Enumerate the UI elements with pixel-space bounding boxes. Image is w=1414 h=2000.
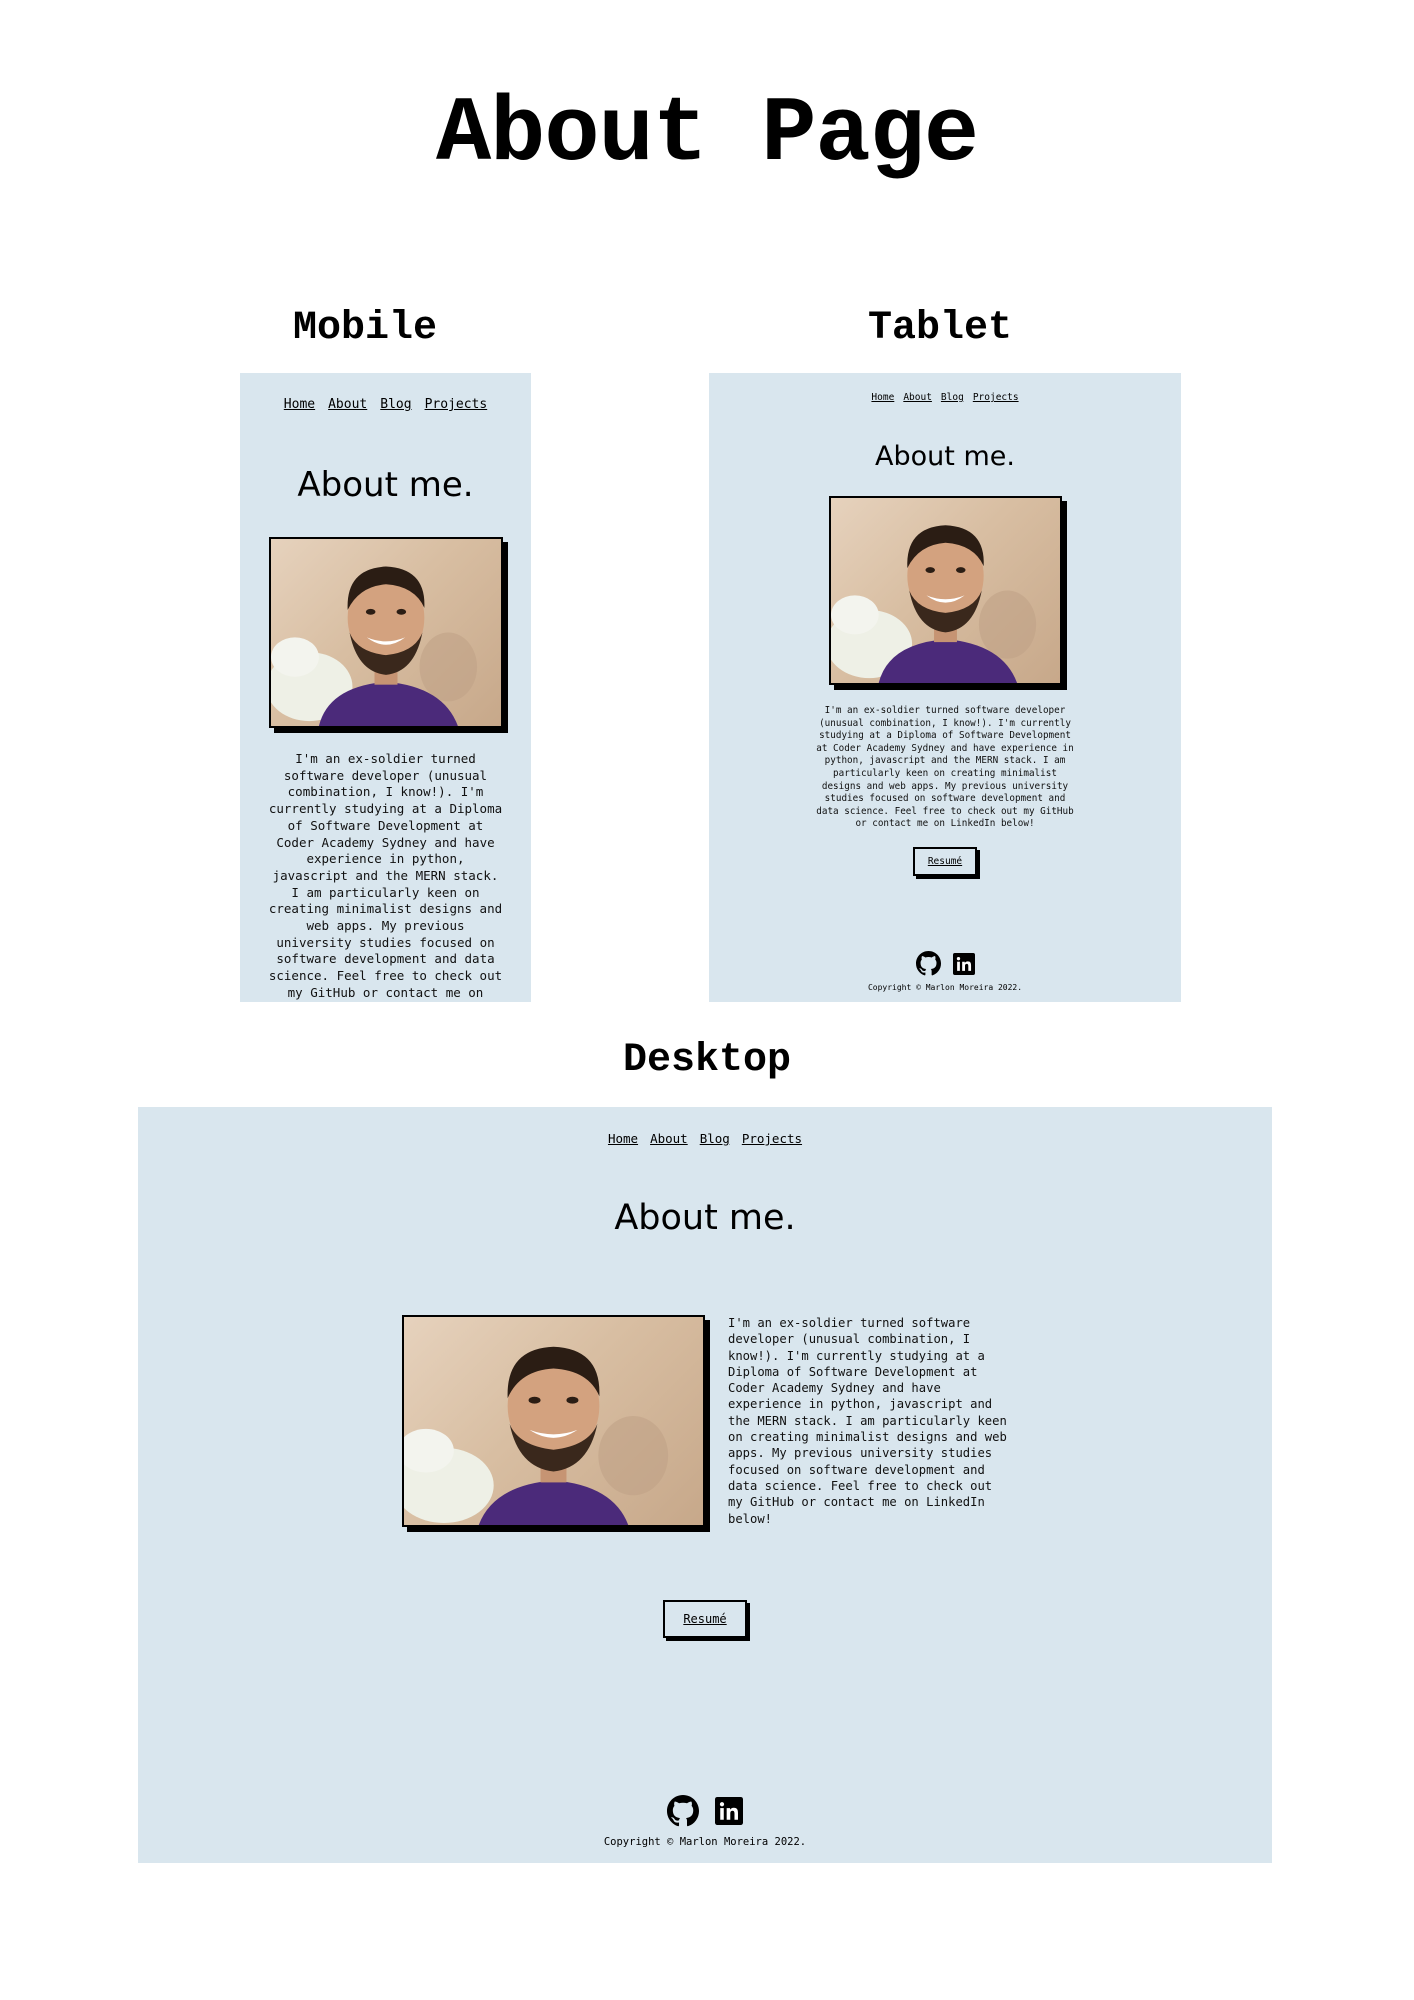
bio-line: currently studying at a Diploma xyxy=(268,801,503,817)
bio-line: studies focused on software development … xyxy=(824,793,1066,805)
nav-blog-link[interactable]: Blog xyxy=(941,392,964,403)
bio-line: developer (unusual combination, I xyxy=(728,1332,971,1347)
bio-line: the MERN stack. I am particularly keen xyxy=(728,1413,1007,1428)
nav-about-link[interactable]: About xyxy=(650,1131,688,1146)
mobile-profile-photo xyxy=(269,537,503,728)
resume-button[interactable]: Resumé xyxy=(663,1600,747,1638)
bio-line: web apps. My previous xyxy=(306,918,465,934)
tablet-heading: About me. xyxy=(875,441,1015,472)
bio-line: at Coder Academy Sydney and have experie… xyxy=(816,742,1074,754)
nav-about-link[interactable]: About xyxy=(903,392,932,403)
bio-line: I'm an ex-soldier turned software develo… xyxy=(824,705,1066,716)
tablet-nav: Home About Blog Projects xyxy=(709,392,1181,403)
bio-line: python, javascript and the MERN stack. I… xyxy=(824,755,1066,767)
nav-home-link[interactable]: Home xyxy=(284,397,315,412)
bio-line: I'm an ex-soldier turned xyxy=(295,751,476,766)
nav-projects-link[interactable]: Projects xyxy=(425,397,488,412)
bio-line: Diploma of Software Development at xyxy=(728,1364,978,1379)
tablet-copyright: Copyright © Marlon Moreira 2022. xyxy=(867,983,1023,992)
bio-line: (unusual combination, I know!). I'm curr… xyxy=(819,717,1071,729)
bio-line: creating minimalist designs and xyxy=(268,901,503,917)
tablet-social-links xyxy=(709,951,1181,976)
tablet-profile-photo xyxy=(829,496,1062,685)
nav-home-link[interactable]: Home xyxy=(608,1131,638,1146)
desktop-profile-photo xyxy=(402,1315,705,1527)
bio-line: studying at a Diploma of Software Develo… xyxy=(819,730,1071,742)
bio-line: software developer (unusual xyxy=(283,767,488,783)
bio-line: I'm an ex-soldier turned software xyxy=(728,1316,971,1330)
bio-line: on creating minimalist designs and web xyxy=(728,1430,1007,1445)
bio-line: combination, I know!). I'm xyxy=(287,784,484,800)
desktop-copyright: Copyright © Marlon Moreira 2022. xyxy=(603,1836,807,1848)
desktop-bio: I'm an ex-soldier turned software develo… xyxy=(728,1315,1028,1527)
desktop-nav: Home About Blog Projects xyxy=(138,1131,1272,1146)
mobile-section-title: Mobile xyxy=(292,306,438,351)
bio-line: I am particularly keen on xyxy=(291,884,480,900)
mobile-bio: I'm an ex-soldier turned software develo… xyxy=(260,751,511,1002)
bio-line: my GitHub or contact me on LinkedIn xyxy=(728,1495,985,1510)
bio-line: software development and data xyxy=(276,951,495,967)
desktop-section-title: Desktop xyxy=(622,1038,792,1083)
github-icon[interactable] xyxy=(667,1795,699,1827)
mobile-heading: About me. xyxy=(297,465,474,505)
tablet-frame: Home About Blog Projects About me. I'm a… xyxy=(709,373,1181,1002)
bio-line: of Software Development at xyxy=(287,817,484,833)
nav-projects-link[interactable]: Projects xyxy=(973,392,1019,403)
bio-line: experience in python, javascript and xyxy=(728,1397,993,1412)
nav-projects-link[interactable]: Projects xyxy=(742,1131,802,1146)
nav-about-link[interactable]: About xyxy=(328,397,367,412)
mobile-nav: Home About Blog Projects xyxy=(240,397,531,412)
mobile-frame: Home About Blog Projects About me. I'm a… xyxy=(240,373,531,1002)
resume-button[interactable]: Resumé xyxy=(913,847,977,876)
bio-line: particularly keen on creating minimalist xyxy=(833,767,1057,779)
bio-line: designs and web apps. My previous univer… xyxy=(821,780,1069,792)
bio-line: data science. Feel free to check out xyxy=(728,1478,993,1493)
linkedin-icon[interactable] xyxy=(952,952,975,975)
desktop-social-links xyxy=(138,1795,1272,1827)
github-icon[interactable] xyxy=(915,951,941,976)
desktop-frame: Home About Blog Projects About me. I'm a… xyxy=(138,1107,1272,1863)
tablet-bio: I'm an ex-soldier turned software develo… xyxy=(805,705,1085,831)
bio-line: know!). I'm currently studying at a xyxy=(728,1348,985,1363)
bio-line: or contact me on LinkedIn below! xyxy=(855,818,1035,830)
bio-line: data science. Feel free to check out my … xyxy=(816,805,1074,817)
nav-blog-link[interactable]: Blog xyxy=(380,397,411,412)
bio-line: below! xyxy=(728,1511,773,1526)
nav-home-link[interactable]: Home xyxy=(871,392,894,403)
bio-line: science. Feel free to check out xyxy=(268,968,503,984)
bio-line: university studies focused on xyxy=(276,934,495,950)
tablet-section-title: Tablet xyxy=(867,306,1013,351)
linkedin-icon[interactable] xyxy=(715,1797,743,1825)
bio-line: experience in python, xyxy=(306,851,465,867)
bio-line: apps. My previous university studies xyxy=(728,1446,993,1461)
bio-line: my GitHub or contact me on xyxy=(287,984,484,1000)
page-title: About Page xyxy=(435,82,979,187)
bio-line: Coder Academy Sydney and have xyxy=(276,834,495,850)
desktop-heading: About me. xyxy=(614,1198,796,1238)
nav-blog-link[interactable]: Blog xyxy=(700,1131,730,1146)
bio-line: javascript and the MERN stack. xyxy=(272,867,499,883)
bio-line: focused on software development and xyxy=(728,1462,985,1477)
bio-line: Coder Academy Sydney and have xyxy=(728,1381,941,1396)
